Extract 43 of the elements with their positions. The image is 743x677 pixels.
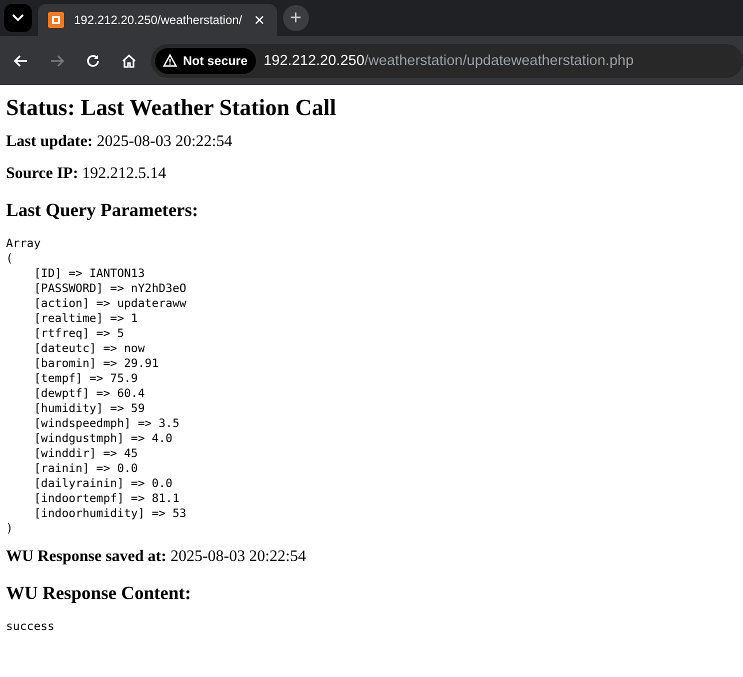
close-tab-button[interactable]: × bbox=[252, 10, 267, 30]
last-update-text: Last update: 2025-08-03 20:22:54 bbox=[6, 133, 234, 151]
url-text: 192.212.20.250/weatherstation/updateweatherstation.php bbox=[264, 52, 634, 68]
saved-at-text: WU Response saved at: 2025-08-03 20:22:54 bbox=[6, 548, 307, 566]
source-ip-text: Source IP: 192.212.5.14 bbox=[6, 165, 168, 183]
code-line: [dewptf] => 60.4 bbox=[33, 386, 145, 401]
address-bar[interactable]: Not secure 192.212.20.250/weatherstation/updateweatherstation.php bbox=[151, 44, 743, 78]
section-heading: Last Query Parameters: bbox=[6, 201, 200, 222]
code-line: [dateutc] => now bbox=[33, 341, 145, 356]
reload-icon[interactable] bbox=[85, 52, 101, 68]
code-line: [indoortempf] => 81.1 bbox=[33, 491, 180, 506]
code-line: [dailyrainin] => 0.0 bbox=[33, 476, 172, 491]
code-line: [realtime] => 1 bbox=[33, 311, 138, 326]
security-label: Not secure bbox=[183, 54, 248, 68]
response-content: success bbox=[6, 619, 54, 634]
code-line: [winddir] => 45 bbox=[33, 446, 138, 461]
page-title: Status: Last Weather Station Call bbox=[6, 95, 338, 121]
code-line: [rainin] => 0.0 bbox=[33, 461, 138, 476]
security-chip[interactable]: Not secure bbox=[155, 48, 256, 74]
code-line: ( bbox=[6, 251, 13, 266]
site-icon bbox=[48, 12, 64, 28]
code-line: [rtfreq] => 5 bbox=[33, 326, 124, 341]
code-line: [tempf] => 75.9 bbox=[33, 371, 138, 386]
code-line: [baromin] => 29.91 bbox=[33, 356, 159, 371]
code-line: [ID] => IANTON13 bbox=[33, 266, 145, 281]
section-heading: WU Response Content: bbox=[6, 584, 192, 605]
home-icon[interactable] bbox=[121, 52, 137, 68]
warning-icon bbox=[163, 54, 177, 67]
chevron-down-icon bbox=[12, 14, 24, 22]
code-line: [indoorhumidity] => 53 bbox=[33, 506, 186, 521]
tab-title: 192.212.20.250/weatherstation/ bbox=[74, 13, 242, 27]
browser-tab[interactable]: 192.212.20.250/weatherstation/ × bbox=[38, 4, 277, 36]
new-tab-button[interactable]: + bbox=[282, 5, 309, 31]
code-line: [windspeedmph] => 3.5 bbox=[33, 416, 180, 431]
code-line: Array bbox=[6, 236, 41, 251]
code-line: ) bbox=[6, 521, 13, 536]
code-line: [humidity] => 59 bbox=[33, 401, 145, 416]
back-icon[interactable] bbox=[13, 52, 29, 68]
code-line: [action] => updateraww bbox=[33, 296, 186, 311]
forward-icon[interactable] bbox=[49, 52, 65, 68]
tab-list-button[interactable] bbox=[4, 4, 32, 32]
code-line: [PASSWORD] => nY2hD3eO bbox=[33, 281, 186, 296]
code-line: [windgustmph] => 4.0 bbox=[33, 431, 172, 446]
